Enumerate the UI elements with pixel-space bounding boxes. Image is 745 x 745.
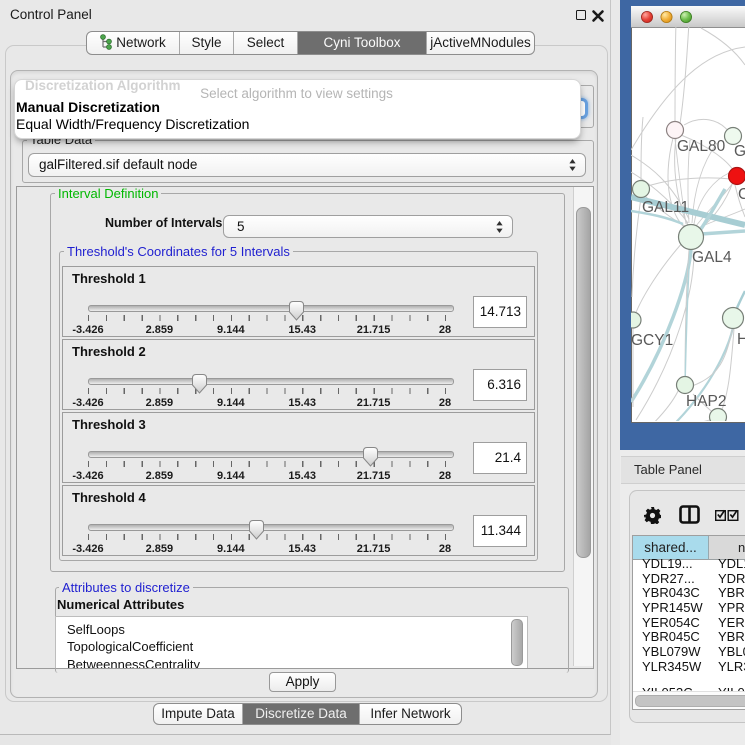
svg-text:GAL4: GAL4 [692,249,732,266]
svg-text:C: C [738,186,745,203]
svg-text:GAL11: GAL11 [642,199,689,216]
svg-text:GCY1: GCY1 [631,332,673,349]
svg-text:HAP2: HAP2 [686,393,727,410]
svg-text:GAL80: GAL80 [677,138,726,155]
svg-text:GA: GA [734,143,745,160]
svg-text:H: H [737,331,745,348]
